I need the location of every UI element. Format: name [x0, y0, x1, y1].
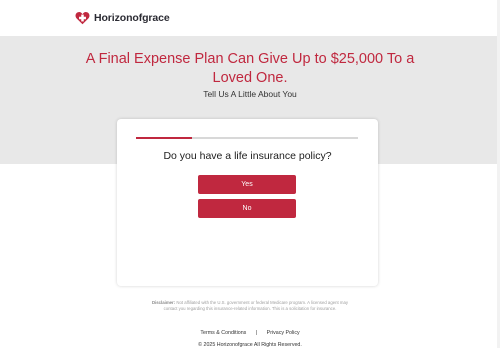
question-text: Do you have a life insurance policy? [163, 150, 332, 162]
disclaimer-label: Disclaimer: [151, 300, 176, 305]
privacy-link[interactable]: Privacy Policy [267, 330, 300, 336]
progress-bar-fill [136, 137, 192, 139]
footer-links: Terms & Conditions | Privacy Policy [0, 330, 500, 336]
question-card: Do you have a life insurance policy? Yes… [117, 119, 378, 286]
hero-title: A Final Expense Plan Can Give Up to $25,… [85, 51, 415, 86]
progress-bar [136, 137, 358, 139]
disclaimer: Disclaimer: Not affiliated with the U.S.… [148, 300, 352, 311]
yes-button[interactable]: Yes [198, 175, 296, 194]
no-button[interactable]: No [198, 199, 296, 218]
brand-name: Horizonofgrace [94, 12, 170, 24]
brand-logo[interactable]: Horizonofgrace [75, 10, 170, 26]
copyright: © 2025 Horizonofgrace All Rights Reserve… [198, 342, 302, 348]
disclaimer-text: Not affiliated with the U.S. government … [163, 300, 348, 311]
terms-link[interactable]: Terms & Conditions [200, 330, 246, 336]
hero-subtitle: Tell Us A Little About You [203, 89, 297, 99]
heart-cross-icon [75, 12, 90, 25]
footer-link-separator: | [255, 330, 258, 336]
site-header: Horizonofgrace [0, 0, 500, 36]
